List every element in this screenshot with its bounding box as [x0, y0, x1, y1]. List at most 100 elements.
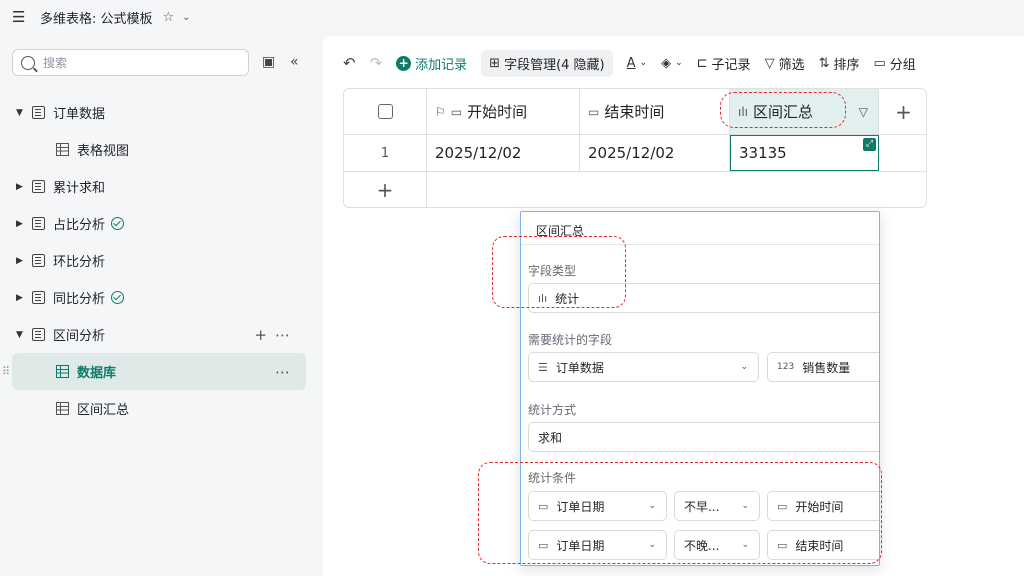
sidebar-item-range-analysis[interactable]: ▼ 区间分析 +⋯	[0, 316, 322, 353]
item-actions: +⋯	[254, 326, 298, 344]
field-type-select[interactable]: ılı 统计	[528, 283, 879, 313]
column-header-start-time[interactable]: ⚐ ▭ 开始时间	[427, 89, 580, 134]
check-circle-icon	[111, 291, 125, 304]
table-doc-icon: ☰	[538, 360, 548, 374]
condition-field-select[interactable]: ▭ 订单日期 ⌄	[528, 530, 667, 560]
sort-button[interactable]: ⇅ 排序	[819, 54, 860, 73]
filter-icon: ▽	[764, 55, 775, 71]
sidebar-item-yoy-analysis[interactable]: ▶ 同比分析	[0, 279, 322, 316]
undo-icon[interactable]: ↶	[343, 54, 356, 72]
field-config-popup: 区间汇总 字段类型 ılı 统计 需要统计的字段 ☰ 订单数据 ⌄ 123 销售…	[520, 211, 880, 566]
top-bar: ☰ 多维表格: 公式模板 ☆ ⌄	[0, 0, 1024, 34]
chevron-down-icon: ⌄	[639, 58, 648, 68]
sub-record-icon: ⊏	[696, 55, 708, 71]
sidebar-item-order-data[interactable]: ▼ 订单数据	[0, 94, 322, 131]
collapse-sidebar-icon[interactable]: «	[290, 54, 299, 70]
group-button[interactable]: ▭ 分组	[874, 54, 916, 73]
sub-record-button[interactable]: ⊏ 子记录	[697, 54, 751, 73]
cell-end-time[interactable]: 2025/12/02	[580, 135, 730, 171]
add-record-label: 添加记录	[415, 57, 468, 73]
expand-icon[interactable]: ⤢	[863, 138, 876, 151]
sidebar-item-label: 累计求和	[53, 181, 106, 196]
condition-value-select[interactable]: ▭ 开始时间	[767, 491, 879, 521]
field-manage-label: 字段管理(4 隐藏)	[504, 57, 605, 73]
add-column-button[interactable]: +	[879, 89, 926, 134]
sidebar-item-label: 同比分析	[53, 292, 106, 307]
add-record-button[interactable]: + 添加记录	[396, 54, 467, 73]
sidebar-item-grid-view[interactable]: 表格视图	[0, 131, 322, 168]
filter-icon[interactable]: ▽	[859, 105, 868, 119]
condition-operator-select[interactable]: 不晚... ⌄	[674, 530, 760, 560]
cell-range-summary[interactable]: 33135 ⤢	[730, 135, 879, 171]
text-color-button[interactable]: A ⌄	[627, 56, 647, 71]
grid-view-icon	[56, 365, 69, 378]
document-title[interactable]: 多维表格: 公式模板	[40, 8, 153, 27]
number-icon: 123	[777, 362, 795, 372]
bar-chart-icon: ılı	[538, 291, 548, 305]
method-select[interactable]: 求和	[528, 422, 879, 452]
layout-icon[interactable]: ▣	[262, 54, 275, 70]
field-type-label: 字段类型	[528, 264, 577, 278]
sidebar: 搜索 ▣ « ▼ 订单数据 表格视图 ▶ 累计求和 ▶ 占比分析 ▶ 环比分析	[0, 34, 322, 576]
select-all-cell[interactable]	[344, 89, 427, 134]
expand-down-icon[interactable]: ▼	[16, 330, 32, 340]
table-doc-icon	[32, 254, 45, 267]
sidebar-item-database[interactable]: ⠿ 数据库 ⋯	[2, 353, 306, 390]
sidebar-item-ratio-analysis[interactable]: ▶ 占比分析	[0, 205, 322, 242]
grid-view-icon	[56, 402, 69, 415]
chevron-down-icon: ⌄	[741, 501, 749, 511]
more-icon[interactable]: ⋯	[275, 363, 298, 381]
field-name-input[interactable]: 区间汇总	[536, 222, 584, 239]
calendar-icon: ▭	[588, 104, 600, 119]
calendar-icon: ▭	[777, 538, 788, 552]
chevron-down-icon[interactable]: ⌄	[182, 12, 190, 23]
column-header-range-summary[interactable]: ılı 区间汇总 ▽	[730, 89, 879, 134]
chevron-down-icon: ⌄	[648, 540, 656, 550]
star-icon[interactable]: ☆	[163, 10, 175, 25]
expand-right-icon[interactable]: ▶	[16, 219, 32, 229]
sidebar-item-label: 占比分析	[53, 218, 106, 233]
calendar-icon: ▭	[450, 104, 463, 119]
condition-value-select[interactable]: ▭ 结束时间	[767, 530, 879, 560]
column-header-label: 结束时间	[604, 103, 665, 121]
sidebar-item-label: 数据库	[77, 366, 117, 381]
condition-field-select[interactable]: ▭ 订单日期 ⌄	[528, 491, 667, 521]
sidebar-item-label: 环比分析	[53, 255, 106, 270]
expand-right-icon[interactable]: ▶	[16, 293, 32, 303]
field-manage-button[interactable]: ⊞ 字段管理(4 隐藏)	[481, 49, 613, 77]
add-row-button[interactable]: +	[344, 172, 427, 207]
text-color-icon: A	[626, 55, 636, 71]
condition-value: 开始时间	[795, 499, 844, 514]
condition-field-value: 订单日期	[556, 499, 605, 514]
plus-circle-icon: +	[396, 55, 412, 71]
expand-down-icon[interactable]: ▼	[16, 108, 32, 118]
condition-operator-select[interactable]: 不早... ⌄	[674, 491, 760, 521]
search-input[interactable]: 搜索	[12, 49, 249, 76]
menu-icon[interactable]: ☰	[12, 8, 34, 26]
chevron-down-icon: ⌄	[740, 362, 748, 372]
stat-table-select[interactable]: ☰ 订单数据 ⌄	[528, 352, 759, 382]
stat-field-value: 销售数量	[802, 360, 851, 375]
sidebar-item-mom-analysis[interactable]: ▶ 环比分析	[0, 242, 322, 279]
expand-right-icon[interactable]: ▶	[16, 182, 32, 192]
chevron-down-icon: ⌄	[741, 540, 749, 550]
add-icon[interactable]: +	[254, 326, 275, 344]
more-icon[interactable]: ⋯	[275, 326, 298, 344]
fill-color-button[interactable]: ◈ ⌄	[661, 56, 683, 71]
sort-icon: ⇅	[818, 55, 830, 71]
redo-icon[interactable]: ↷	[370, 54, 383, 72]
stat-field-select[interactable]: 123 销售数量	[767, 352, 879, 382]
empty-cell	[879, 135, 926, 171]
drag-handle-icon[interactable]: ⠿	[2, 365, 10, 378]
sidebar-item-cumulative-sum[interactable]: ▶ 累计求和	[0, 168, 322, 205]
filter-label: 筛选	[778, 57, 805, 73]
checkbox[interactable]	[377, 104, 393, 119]
expand-right-icon[interactable]: ▶	[16, 256, 32, 266]
cell-start-time[interactable]: 2025/12/02	[427, 135, 580, 171]
column-header-end-time[interactable]: ▭ 结束时间	[580, 89, 730, 134]
table-header-row: ⚐ ▭ 开始时间 ▭ 结束时间 ılı 区间汇总 ▽ +	[344, 89, 926, 135]
sidebar-item-label: 表格视图	[77, 144, 130, 159]
sidebar-item-range-summary[interactable]: 区间汇总	[0, 390, 322, 427]
chevron-down-icon: ⌄	[675, 58, 683, 68]
filter-button[interactable]: ▽ 筛选	[765, 54, 805, 73]
